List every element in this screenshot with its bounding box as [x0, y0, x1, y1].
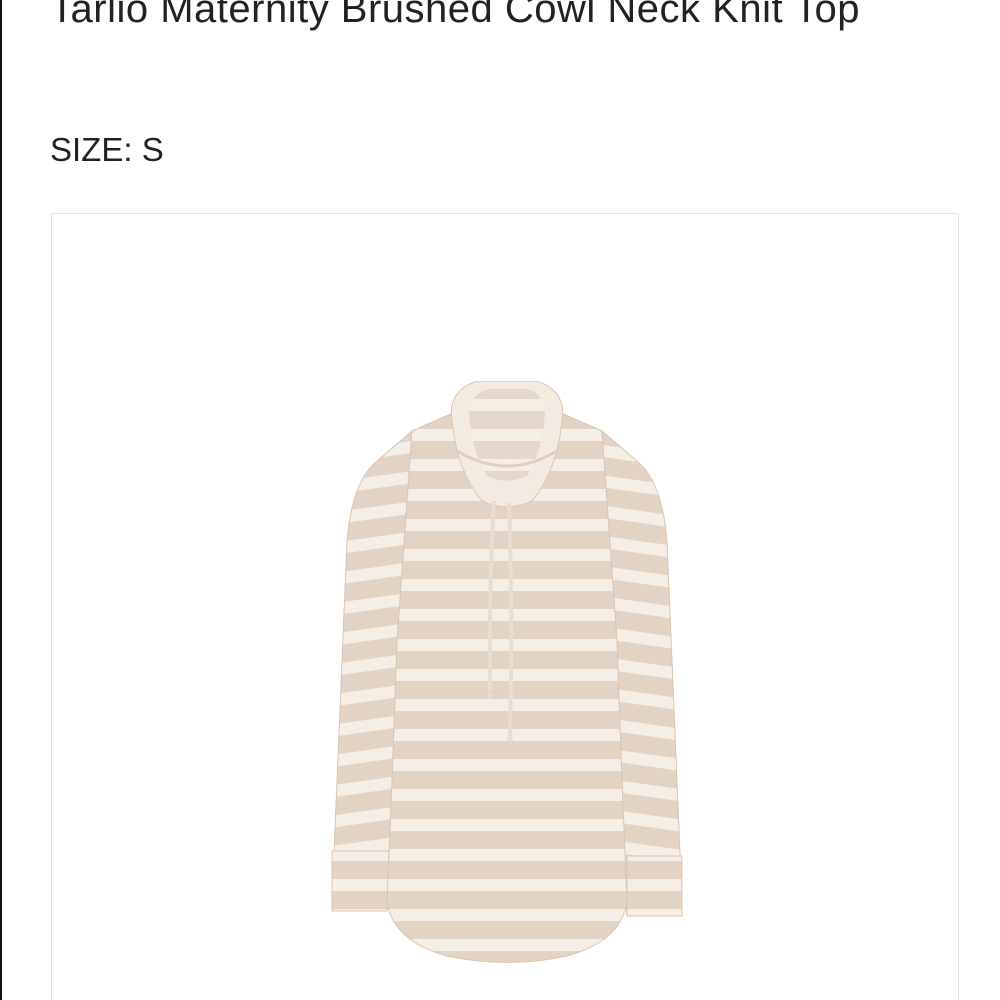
product-title: Tarlio Maternity Brushed Cowl Neck Knit … [50, 0, 860, 31]
product-image-card[interactable] [51, 213, 959, 1000]
product-image [331, 381, 683, 963]
left-cuff [331, 850, 390, 912]
right-cuff [626, 855, 683, 917]
drawstring-right [507, 502, 514, 737]
size-label: SIZE: [50, 131, 133, 168]
size-value: S [141, 131, 164, 168]
product-title-block: Tarlio Maternity Brushed Cowl Neck Knit … [50, 0, 930, 40]
size-line: SIZE: S [50, 130, 164, 170]
window-left-edge [0, 0, 2, 1000]
